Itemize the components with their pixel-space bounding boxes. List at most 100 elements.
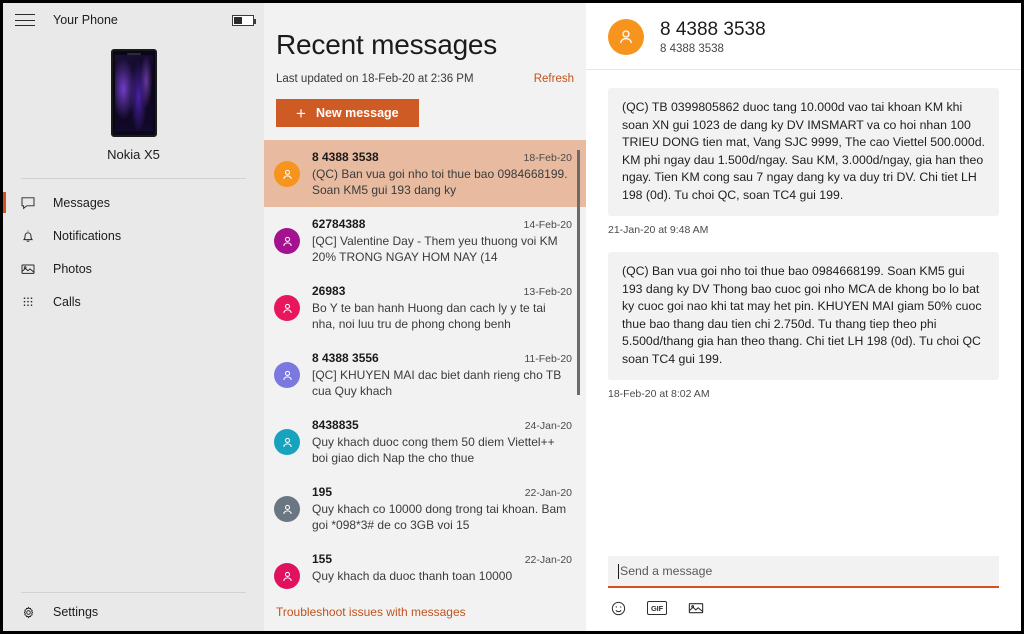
message-preview: Quy khach co 10000 dong trong tai khoan.… bbox=[312, 502, 567, 532]
conversation-header: 8 4388 3538 8 4388 3538 bbox=[586, 3, 1021, 70]
conversation-list-item[interactable]: 195 22-Jan-20 Quy khach co 10000 dong tron… bbox=[264, 475, 586, 542]
contact-name: 8 4388 3538 bbox=[660, 19, 766, 40]
list-item-top: 155 22-Jan-20 bbox=[312, 552, 572, 566]
sidebar-item-label: Notifications bbox=[53, 228, 122, 243]
sidebar-item-notifications[interactable]: Notifications bbox=[3, 219, 264, 252]
new-message-label: New message bbox=[315, 106, 399, 120]
list-item-body: 8 4388 3538 18-Feb-20 (QC) Ban vua goi nho… bbox=[312, 150, 572, 197]
list-item-top: 26983 13-Feb-20 bbox=[312, 284, 572, 298]
conversation-list-item[interactable]: 8 4388 3556 11-Feb-20 [QC] KHUYEN MAI dac … bbox=[264, 341, 586, 408]
device-card: Nokia X5 bbox=[3, 37, 264, 162]
list-item-body: 195 22-Jan-20 Quy khach co 10000 dong tron… bbox=[312, 485, 572, 532]
sidebar-nav: Messages Notifications Photos Calls bbox=[3, 179, 264, 318]
message-date: 11-Feb-20 bbox=[524, 353, 572, 365]
device-name: Nokia X5 bbox=[107, 147, 160, 162]
list-item-body: 8438835 24-Jan-20 Quy khach duoc cong them… bbox=[312, 418, 572, 465]
contact-number: 8 4388 3538 bbox=[660, 43, 724, 55]
page-title: Recent messages bbox=[276, 29, 498, 60]
list-scrollbar[interactable] bbox=[575, 140, 582, 595]
message-date: 18-Feb-20 bbox=[523, 152, 572, 164]
list-item-body: 26983 13-Feb-20 Bo Y te ban hanh Huong dan… bbox=[312, 284, 572, 331]
composer-input-wrap[interactable] bbox=[608, 556, 999, 588]
list-item-top: 62784388 14-Feb-20 bbox=[312, 217, 572, 231]
chat-bubble-icon bbox=[17, 194, 39, 212]
sidebar-item-messages[interactable]: Messages bbox=[3, 186, 264, 219]
message-group: (QC) Ban vua goi nho toi thue bao 098466… bbox=[608, 252, 999, 400]
send-message-input[interactable] bbox=[618, 564, 989, 578]
list-item-body: 8 4388 3556 11-Feb-20 [QC] KHUYEN MAI dac … bbox=[312, 351, 572, 398]
new-message-button[interactable]: + New message bbox=[276, 99, 419, 127]
conversation-list-item[interactable]: 8 4388 3538 18-Feb-20 (QC) Ban vua goi nho… bbox=[264, 140, 586, 207]
message-date: 24-Jan-20 bbox=[524, 420, 572, 432]
settings-label: Settings bbox=[53, 605, 99, 619]
contact-name: 26983 bbox=[312, 284, 346, 298]
message-preview: Quy khach da duoc thanh toan 10000 bbox=[312, 569, 513, 583]
title-bar: Your Phone bbox=[3, 3, 264, 37]
list-status-row: Last updated on 18-Feb-20 at 2:36 PM Ref… bbox=[276, 73, 586, 85]
sidebar-item-calls[interactable]: Calls bbox=[3, 285, 264, 318]
message-preview: (QC) Ban vua goi nho toi thue bao 098466… bbox=[312, 167, 568, 197]
app-title: Your Phone bbox=[53, 13, 118, 27]
your-phone-window: Your Phone Nokia X5 Messages Notificatio… bbox=[0, 0, 1024, 634]
avatar bbox=[274, 161, 300, 187]
avatar bbox=[274, 563, 300, 589]
avatar bbox=[274, 496, 300, 522]
text-caret bbox=[618, 564, 619, 579]
conversation-list-item[interactable]: 155 22-Jan-20 Quy khach da duoc thanh toan… bbox=[264, 542, 586, 595]
message-timestamp: 18-Feb-20 at 8:02 AM bbox=[608, 388, 710, 400]
gif-icon[interactable]: GIF bbox=[647, 601, 667, 615]
avatar bbox=[274, 429, 300, 455]
hamburger-icon[interactable] bbox=[15, 12, 35, 28]
contact-name: 195 bbox=[312, 485, 333, 499]
bell-icon bbox=[17, 227, 39, 245]
contact-name: 155 bbox=[312, 552, 333, 566]
sidebar-item-photos[interactable]: Photos bbox=[3, 252, 264, 285]
gif-label: GIF bbox=[647, 601, 667, 615]
message-thread: (QC) TB 0399805862 duoc tang 10.000d vao… bbox=[586, 70, 1021, 556]
photo-icon bbox=[17, 260, 39, 278]
list-item-body: 155 22-Jan-20 Quy khach da duoc thanh toan… bbox=[312, 552, 572, 595]
contact-name: 8 4388 3538 bbox=[312, 150, 379, 164]
conversation-list-item[interactable]: 26983 13-Feb-20 Bo Y te ban hanh Huong dan… bbox=[264, 274, 586, 341]
plus-icon: + bbox=[296, 103, 306, 123]
avatar bbox=[274, 295, 300, 321]
list-item-top: 8 4388 3556 11-Feb-20 bbox=[312, 351, 572, 365]
message-timestamp: 21-Jan-20 at 9:48 AM bbox=[608, 224, 709, 236]
list-item-top: 8 4388 3538 18-Feb-20 bbox=[312, 150, 572, 164]
contact-name: 62784388 bbox=[312, 217, 366, 231]
list-item-top: 195 22-Jan-20 bbox=[312, 485, 572, 499]
troubleshoot-link[interactable]: Troubleshoot issues with messages bbox=[264, 595, 586, 631]
conversation-list-item[interactable]: 8438835 24-Jan-20 Quy khach duoc cong them… bbox=[264, 408, 586, 475]
message-list-pane: Recent messages Last updated on 18-Feb-2… bbox=[264, 3, 586, 631]
sidebar: Your Phone Nokia X5 Messages Notificatio… bbox=[3, 3, 264, 631]
avatar bbox=[608, 19, 644, 55]
list-item-top: 8438835 24-Jan-20 bbox=[312, 418, 572, 432]
conversation-pane: 8 4388 3538 8 4388 3538 (QC) TB 03998058… bbox=[586, 3, 1021, 631]
contact-name: 8 4388 3556 bbox=[312, 351, 379, 365]
message-preview: [QC] Valentine Day - Them yeu thuong voi… bbox=[312, 234, 558, 264]
message-bubble[interactable]: (QC) TB 0399805862 duoc tang 10.000d vao… bbox=[608, 88, 999, 216]
message-composer: GIF bbox=[586, 556, 1021, 631]
message-group: (QC) TB 0399805862 duoc tang 10.000d vao… bbox=[608, 88, 999, 236]
avatar bbox=[274, 228, 300, 254]
message-bubble[interactable]: (QC) Ban vua goi nho toi thue bao 098466… bbox=[608, 252, 999, 380]
scrollbar-thumb[interactable] bbox=[577, 150, 580, 395]
message-date: 22-Jan-20 bbox=[524, 554, 572, 566]
list-header: Recent messages Last updated on 18-Feb-2… bbox=[264, 3, 586, 127]
dialpad-icon bbox=[17, 293, 39, 311]
message-preview: Bo Y te ban hanh Huong dan cach ly y te … bbox=[312, 301, 546, 331]
sidebar-item-settings[interactable]: Settings bbox=[3, 593, 264, 631]
list-item-body: 62784388 14-Feb-20 [QC] Valentine Day - Th… bbox=[312, 217, 572, 264]
gear-icon bbox=[17, 603, 39, 621]
conversation-header-text: 8 4388 3538 8 4388 3538 bbox=[660, 19, 766, 55]
refresh-link[interactable]: Refresh bbox=[534, 73, 574, 85]
image-icon[interactable] bbox=[687, 599, 705, 617]
contact-name: 8438835 bbox=[312, 418, 359, 432]
sidebar-footer: Settings bbox=[3, 592, 264, 631]
battery-icon bbox=[232, 14, 256, 26]
conversation-list-item[interactable]: 62784388 14-Feb-20 [QC] Valentine Day - Th… bbox=[264, 207, 586, 274]
emoji-icon[interactable] bbox=[610, 600, 627, 617]
conversation-list[interactable]: 8 4388 3538 18-Feb-20 (QC) Ban vua goi nho… bbox=[264, 140, 586, 595]
phone-thumbnail bbox=[110, 49, 157, 137]
message-date: 13-Feb-20 bbox=[523, 286, 572, 298]
